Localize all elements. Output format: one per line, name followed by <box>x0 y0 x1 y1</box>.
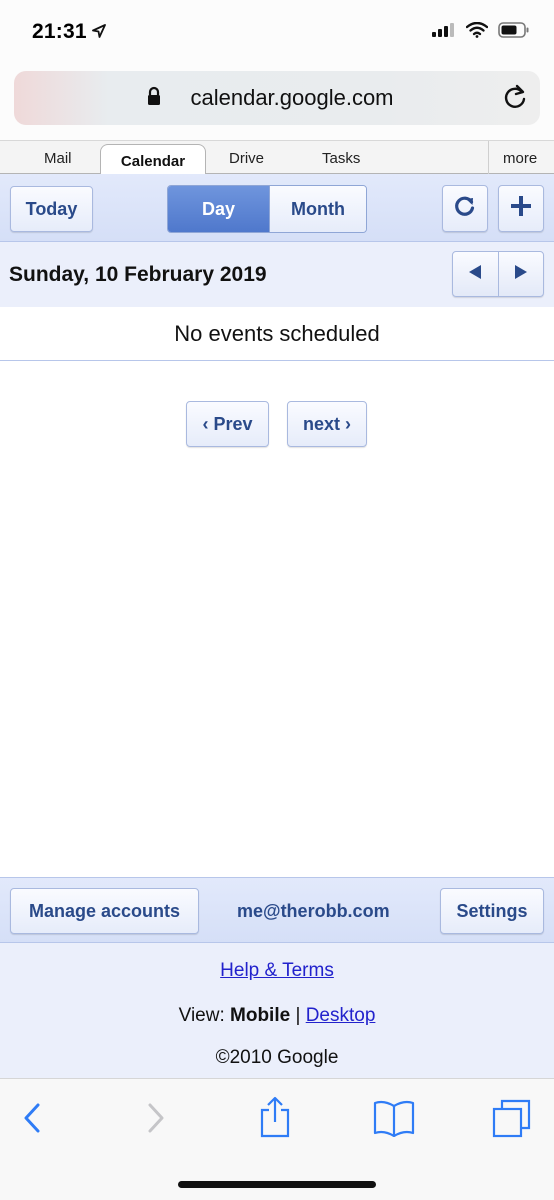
status-bar: 21:31 <box>0 0 554 62</box>
browser-address-area: calendar.google.com <box>0 62 554 140</box>
month-view-button[interactable]: Month <box>269 186 366 232</box>
refresh-button[interactable] <box>442 185 488 232</box>
manage-accounts-button[interactable]: Manage accounts <box>10 888 199 934</box>
view-prefix: View: <box>178 1005 225 1026</box>
tab-mail[interactable]: Mail <box>44 150 72 167</box>
next-day-button[interactable] <box>497 252 543 296</box>
tab-calendar[interactable]: Calendar <box>100 144 206 176</box>
desktop-view-link[interactable]: Desktop <box>306 1005 376 1026</box>
events-list: No events scheduled <box>0 307 554 361</box>
view-selector: View: Mobile | Desktop <box>0 1005 554 1027</box>
home-indicator <box>178 1181 376 1188</box>
help-terms-link[interactable]: Help & Terms <box>220 960 334 981</box>
share-icon[interactable] <box>258 1095 292 1144</box>
previous-day-button[interactable] <box>453 252 498 296</box>
plus-icon <box>510 195 532 222</box>
status-icons <box>432 21 530 43</box>
tabs-icon[interactable] <box>492 1099 532 1144</box>
copyright: ©2010 Google <box>215 1047 339 1068</box>
reload-icon[interactable] <box>502 84 528 115</box>
date-header: Sunday, 10 February 2019 <box>0 242 554 307</box>
tab-more[interactable]: more <box>488 141 554 174</box>
battery-icon <box>498 22 530 43</box>
forward-icon[interactable] <box>142 1101 168 1140</box>
current-date: Sunday, 10 February 2019 <box>9 263 267 286</box>
triangle-right-icon <box>513 264 529 285</box>
url-text: calendar.google.com <box>190 85 394 110</box>
today-button[interactable]: Today <box>10 186 93 232</box>
back-icon[interactable] <box>20 1101 46 1140</box>
refresh-icon <box>453 194 477 223</box>
tab-drive[interactable]: Drive <box>229 150 264 167</box>
no-events-message: No events scheduled <box>174 321 380 346</box>
view-separator: | <box>295 1005 301 1026</box>
settings-button[interactable]: Settings <box>440 888 544 934</box>
help-row: Help & Terms <box>0 960 554 982</box>
tab-tasks[interactable]: Tasks <box>322 150 360 167</box>
status-time: 21:31 <box>32 20 87 43</box>
calendar-toolbar: Today Day Month <box>0 174 554 242</box>
view-mobile-current: Mobile <box>230 1005 291 1026</box>
day-view-button[interactable]: Day <box>168 186 269 232</box>
account-email: me@therobb.com <box>237 901 390 921</box>
app-tabs: Mail Calendar Drive Tasks more <box>0 140 554 176</box>
address-bar[interactable]: calendar.google.com <box>14 71 540 125</box>
wifi-icon <box>465 21 489 43</box>
prev-button[interactable]: ‹ Prev <box>186 401 269 447</box>
footer: Help & Terms View: Mobile | Desktop ©201… <box>0 943 554 1078</box>
triangle-left-icon <box>467 264 483 285</box>
account-bar: Manage accounts me@therobb.com Settings <box>0 877 554 943</box>
view-switcher: Day Month <box>167 185 367 233</box>
cellular-signal-icon <box>432 23 456 42</box>
date-navigation <box>452 251 544 297</box>
add-event-button[interactable] <box>498 185 544 232</box>
bookmarks-icon[interactable] <box>372 1099 416 1142</box>
next-button[interactable]: next › <box>287 401 367 447</box>
location-arrow-icon <box>92 24 106 43</box>
